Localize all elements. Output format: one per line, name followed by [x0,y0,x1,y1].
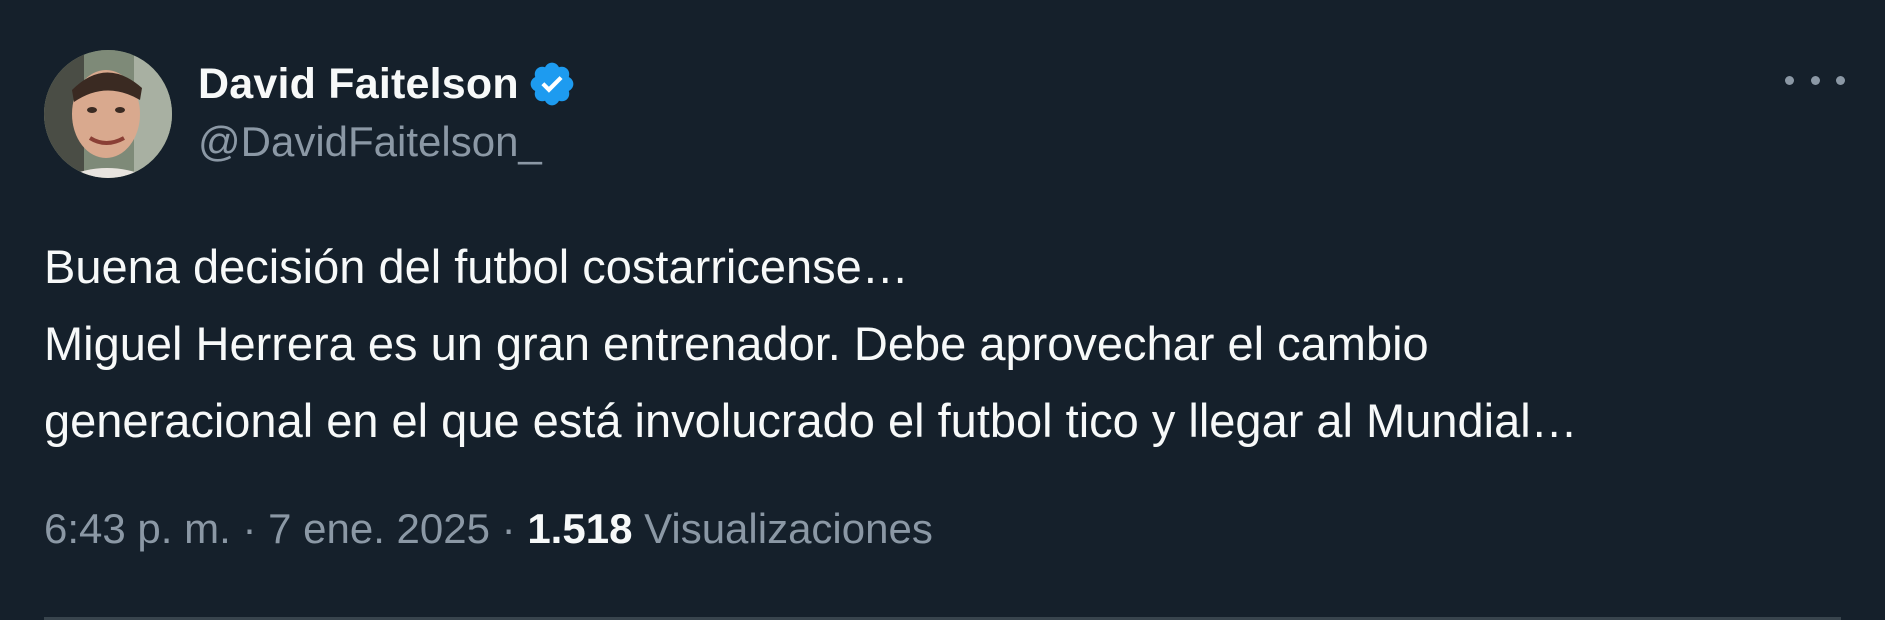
tweet-date[interactable]: 7 ene. 2025 [268,505,490,552]
views-count: 1.518 [527,505,633,552]
tweet-text-line: Buena decisión del futbol costarricense… [44,240,909,293]
views-label: Visualizaciones [644,505,933,552]
name-row: David Faitelson [198,52,577,116]
more-dot [1785,75,1794,85]
tweet-text: Buena decisión del futbol costarricense…… [44,228,1854,459]
author-display-name[interactable]: David Faitelson [198,60,519,109]
meta-separator: · [242,505,257,552]
tweet-text-line: generacional en el que está involucrado … [44,394,1578,447]
meta-separator: · [501,505,516,552]
tweet-meta: 6:43 p. m. · 7 ene. 2025 · 1.518 Visuali… [44,505,933,553]
more-dot [1836,75,1845,85]
author-block: David Faitelson @DavidFaitelson_ [198,52,577,166]
avatar-image [44,50,172,178]
more-options-icon[interactable] [1785,62,1845,98]
tweet-text-line: Miguel Herrera es un gran entrenador. De… [44,317,1429,370]
tweet-card: David Faitelson @DavidFaitelson_ Buena d… [0,0,1885,620]
more-dot [1810,75,1820,85]
avatar[interactable] [44,50,172,178]
verified-badge-icon[interactable] [527,59,577,109]
author-handle[interactable]: @DavidFaitelson_ [198,118,577,166]
tweet-time[interactable]: 6:43 p. m. [44,505,231,552]
